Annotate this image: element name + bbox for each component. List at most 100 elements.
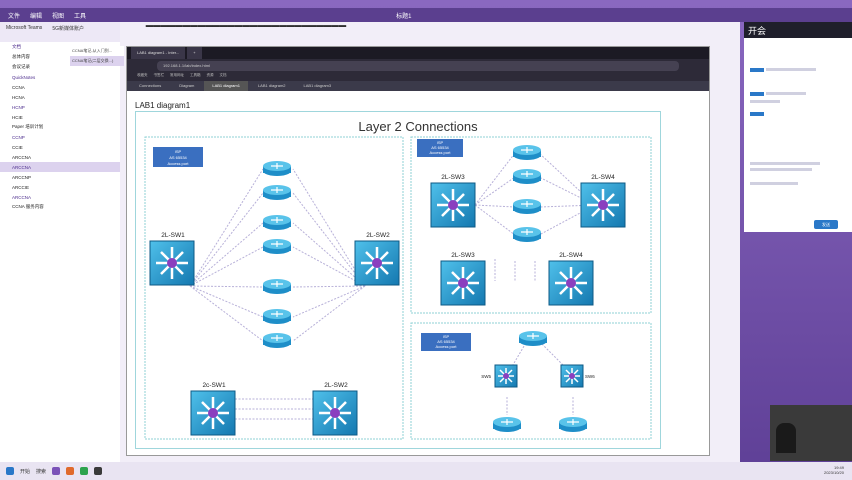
address-bar[interactable]: 192.168.1.1/lab/index.html — [157, 61, 679, 71]
router-icon[interactable] — [512, 198, 542, 215]
router-icon[interactable] — [262, 332, 292, 349]
page-heading: ▔▔▔▔▔▔▔▔▔▔▔▔▔▔▔▔▔▔▔▔▔▔▔▔▔▔▔ — [146, 26, 347, 36]
notebook-sidebar: Microsoft Teams 5G新媒体账户 文档 总体内容 会议记录 QuickN… — [0, 22, 120, 462]
diagram-label: LAB1 diagram1 — [135, 101, 191, 110]
switch-label: 2c-SW1 — [202, 382, 226, 389]
menu-item-tools[interactable]: 工具 — [74, 11, 86, 20]
chat-avatar — [750, 112, 764, 116]
bookmark-item[interactable]: 书签栏 — [154, 73, 165, 81]
switch-label: SW6 — [585, 374, 595, 379]
menu-bar: 文件 编辑 视图 工具 标题1 — [0, 8, 852, 22]
bookmark-item[interactable]: 资源 — [207, 73, 214, 81]
app-icon[interactable] — [66, 467, 75, 475]
bookmark-item[interactable]: 文档 — [220, 73, 227, 81]
bookmark-item[interactable]: 工具箱 — [190, 73, 201, 81]
app-icon[interactable] — [80, 467, 89, 475]
router-icon[interactable] — [262, 308, 292, 325]
sidebar-header: Microsoft Teams 5G新媒体账户 — [0, 22, 120, 42]
switch-icon-2l-sw4-bottom[interactable] — [547, 259, 595, 307]
bookmark-item[interactable]: 收藏夹 — [137, 73, 148, 81]
sidebar-section-item[interactable]: ARCCNA — [0, 162, 120, 172]
sidebar-section-item[interactable]: Paper 培训计划 — [0, 122, 120, 132]
sidebar-header-app[interactable]: Microsoft Teams — [6, 25, 42, 39]
sidebar-header-account[interactable]: 5G新媒体账户 — [52, 25, 84, 39]
chat-message-line — [766, 68, 816, 71]
browser-tab-strip: LAB1 diagram1 - Inter... + — [127, 47, 709, 59]
clock-date: 2023/10/20 — [823, 470, 844, 475]
switch-label: 2L-SW2 — [366, 232, 390, 239]
webcam-video — [770, 405, 852, 461]
sidebar-section-item[interactable]: CCNP — [0, 132, 120, 142]
bookmark-item[interactable]: 常用网址 — [170, 73, 184, 81]
router-icon[interactable] — [512, 144, 542, 161]
sidebar-section-item[interactable]: CCIE — [0, 142, 120, 152]
taskbar-start-label[interactable]: 开始 — [20, 468, 30, 475]
send-button[interactable]: 发送 — [814, 220, 838, 229]
sidebar-section-list: 文档 总体内容 会议记录 QuickNotes CCNA HCNA HCNP HCIE Pape… — [0, 42, 120, 212]
chat-message-line — [750, 168, 812, 171]
chat-panel: 开会 发送 — [744, 22, 852, 232]
router-icon[interactable] — [262, 160, 292, 177]
switch-icon-2l-sw2-bottom[interactable] — [311, 389, 359, 437]
sidebar-section-item[interactable]: HCNP — [0, 102, 120, 112]
browser-chrome: LAB1 diagram1 - Inter... + 192.168.1.1/l… — [127, 47, 709, 81]
chat-panel-header: 开会 — [744, 22, 852, 38]
sidebar-section-item[interactable]: ARCCNP — [0, 172, 120, 182]
chat-avatar — [750, 92, 764, 96]
taskbar-clock: 19:49 2023/10/20 — [824, 465, 844, 475]
router-icon[interactable] — [558, 416, 588, 433]
sidebar-section-item[interactable]: ARCCNA — [0, 192, 120, 202]
router-icon[interactable] — [492, 416, 522, 433]
menu-item-edit[interactable]: 编辑 — [30, 11, 42, 20]
switch-icon-2l-sw2[interactable] — [353, 239, 401, 287]
right-bottom-note-line-3: Access port — [436, 344, 458, 349]
switch-icon-2l-sw3[interactable] — [429, 181, 477, 229]
start-icon[interactable] — [6, 467, 14, 475]
chat-message-line — [750, 162, 820, 165]
network-diagram: Layer 2 Connections ISP AS 65534 Access … — [135, 111, 661, 449]
page-item-selected[interactable]: CCNA笔记(二层交换...) — [70, 56, 124, 66]
sidebar-section-item[interactable]: QuickNotes — [0, 72, 120, 82]
page-item[interactable]: CCNA笔记-从入门到... — [70, 46, 124, 56]
switch-icon-2l-sw4[interactable] — [579, 181, 627, 229]
app-icon[interactable] — [94, 467, 103, 475]
app-icon[interactable] — [52, 467, 61, 475]
switch-icon-sw6[interactable] — [560, 364, 584, 388]
browser-tab[interactable]: LAB1 diagram1 - Inter... — [131, 47, 186, 59]
bookmarks-bar: 收藏夹 书签栏 常用网址 工具箱 资源 文档 — [127, 73, 709, 81]
router-icon[interactable] — [512, 226, 542, 243]
router-icon[interactable] — [262, 238, 292, 255]
document-tab-title[interactable]: 标题1 — [396, 11, 411, 20]
sidebar-section-item[interactable]: HCNA — [0, 92, 120, 102]
tab-diagram[interactable]: Diagram — [171, 81, 202, 91]
router-icon[interactable] — [262, 278, 292, 295]
router-icon[interactable] — [262, 214, 292, 231]
sidebar-section-item[interactable]: ARCCNA — [0, 152, 120, 162]
switch-label: 2L-SW1 — [161, 232, 185, 239]
switch-label: 2L-SW2 — [324, 382, 348, 389]
switch-icon-2l-sw3-bottom[interactable] — [439, 259, 487, 307]
sidebar-section-item[interactable]: HCIE — [0, 112, 120, 122]
menu-item-file[interactable]: 文件 — [8, 11, 20, 20]
new-tab-button[interactable]: + — [187, 47, 202, 59]
embedded-browser-screenshot: LAB1 diagram1 - Inter... + 192.168.1.1/l… — [126, 46, 710, 456]
taskbar: 开始 搜索 19:49 2023/10/20 — [0, 462, 852, 480]
switch-icon-2l-sw1[interactable] — [148, 239, 196, 287]
page-list-column: CCNA笔记-从入门到... CCNA笔记(二层交换...) — [70, 46, 124, 66]
left-note-line-3: Access port — [168, 161, 190, 166]
tab-lab1-diagram2[interactable]: LAB1 diagram2 — [250, 81, 294, 91]
tab-lab1-diagram3[interactable]: LAB1 diagram3 — [296, 81, 340, 91]
router-icon[interactable] — [512, 168, 542, 185]
tab-lab1-diagram1[interactable]: LAB1 diagram1 — [204, 81, 248, 91]
router-icon[interactable] — [518, 330, 548, 347]
sidebar-section-item[interactable]: ARCCIE — [0, 182, 120, 192]
router-icon[interactable] — [262, 184, 292, 201]
tab-connections[interactable]: Connections — [131, 81, 169, 91]
taskbar-search-label[interactable]: 搜索 — [36, 468, 46, 475]
sidebar-section-item[interactable]: CCNA — [0, 82, 120, 92]
sidebar-section-item[interactable]: CCNA 服务内容 — [0, 202, 120, 212]
switch-label: 2L-SW3 — [441, 174, 465, 181]
switch-icon-2c-sw1[interactable] — [189, 389, 237, 437]
switch-icon-sw5[interactable] — [494, 364, 518, 388]
menu-item-view[interactable]: 视图 — [52, 11, 64, 20]
